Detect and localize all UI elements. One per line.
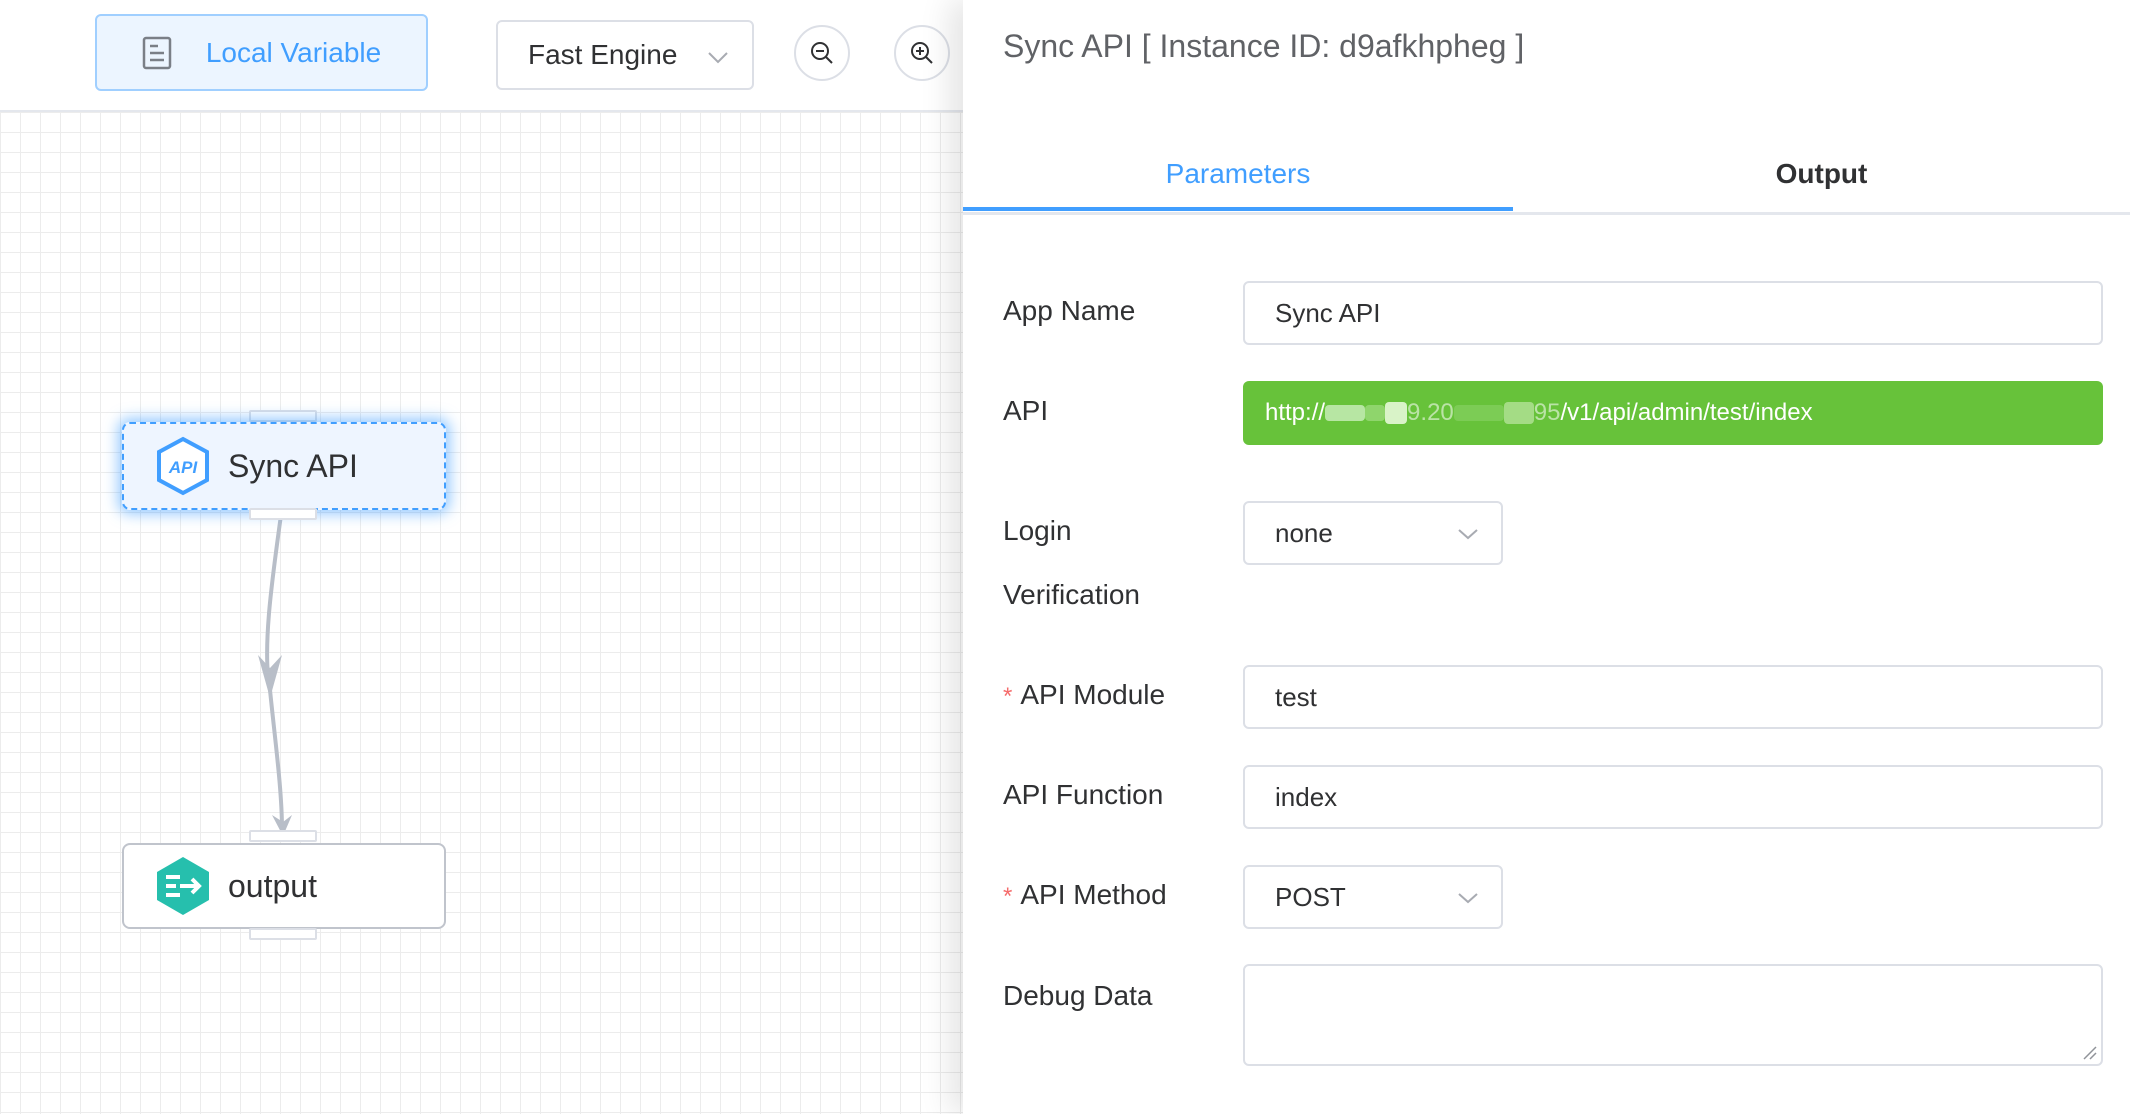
debug-data-label: Debug Data bbox=[1003, 980, 1153, 1011]
api-method-select[interactable]: POST bbox=[1243, 865, 1503, 929]
app-name-input[interactable]: Sync API bbox=[1243, 281, 2103, 345]
masked-region bbox=[1365, 405, 1386, 421]
workflow-canvas-area: API Sync API output Local Variable Fast … bbox=[0, 0, 963, 1114]
resize-handle-icon[interactable] bbox=[2081, 1044, 2097, 1060]
login-verification-select[interactable]: none bbox=[1243, 501, 1503, 565]
masked-region bbox=[1503, 402, 1534, 424]
app-name-value: Sync API bbox=[1275, 297, 1381, 328]
login-label-line2: Verification bbox=[1003, 579, 1140, 610]
engine-select[interactable]: Fast Engine bbox=[496, 20, 754, 90]
api-label: API bbox=[1003, 395, 1049, 426]
panel-title: Sync API [ Instance ID: d9afkhpheg ] bbox=[1003, 28, 1525, 64]
engine-select-value: Fast Engine bbox=[528, 39, 678, 70]
api-module-value: test bbox=[1275, 681, 1317, 712]
api-module-label: * API Module bbox=[1003, 671, 1165, 719]
panel-tabs: Parameters Output bbox=[963, 150, 2130, 215]
masked-region bbox=[1325, 405, 1366, 421]
node-label: output bbox=[228, 867, 317, 904]
local-variable-label: Local Variable bbox=[205, 36, 382, 68]
sync-api-node[interactable]: API Sync API bbox=[122, 422, 446, 510]
canvas-grid[interactable] bbox=[0, 112, 963, 1114]
canvas-toolbar: Local Variable Fast Engine bbox=[0, 0, 963, 112]
output-icon bbox=[157, 857, 209, 915]
api-url-suffix: /v1/api/admin/test/index bbox=[1560, 399, 1813, 426]
node-label: Sync API bbox=[228, 447, 358, 484]
api-module-label-text: API Module bbox=[1020, 679, 1166, 710]
required-asterisk: * bbox=[1003, 683, 1013, 710]
api-method-value: POST bbox=[1275, 881, 1346, 912]
node-input-port[interactable] bbox=[249, 830, 317, 842]
tab-output[interactable]: Output bbox=[1513, 150, 2130, 212]
local-variable-button[interactable]: Local Variable bbox=[95, 14, 428, 91]
login-verification-value: none bbox=[1275, 517, 1333, 548]
chevron-down-icon bbox=[1458, 893, 1478, 904]
login-label-line1: Login bbox=[1003, 515, 1072, 546]
api-method-label: * API Method bbox=[1003, 871, 1167, 919]
masked-region bbox=[1385, 402, 1408, 424]
api-method-label-text: API Method bbox=[1020, 879, 1167, 910]
chevron-down-icon bbox=[1458, 529, 1478, 540]
node-output-port[interactable] bbox=[249, 508, 317, 520]
zoom-in-button[interactable] bbox=[894, 25, 950, 81]
document-icon bbox=[142, 36, 172, 69]
api-url-input[interactable]: http:// 9.20 95 /v1/api/admin/test/index bbox=[1243, 381, 2103, 445]
svg-text:API: API bbox=[168, 458, 199, 477]
tab-parameters[interactable]: Parameters bbox=[963, 150, 1513, 212]
node-input-port[interactable] bbox=[249, 410, 317, 422]
properties-panel: Sync API [ Instance ID: d9afkhpheg ] Par… bbox=[963, 0, 2130, 1114]
masked-region bbox=[1453, 405, 1504, 421]
api-function-input[interactable]: index bbox=[1243, 765, 2103, 829]
api-url-masked-part: 9.20 bbox=[1407, 399, 1454, 426]
api-function-value: index bbox=[1275, 781, 1338, 812]
login-verification-label-line2: Verification bbox=[1003, 571, 1140, 619]
api-module-input[interactable]: test bbox=[1243, 665, 2103, 729]
zoom-out-icon bbox=[811, 42, 833, 64]
node-output-port[interactable] bbox=[249, 928, 317, 940]
debug-data-textarea[interactable] bbox=[1243, 964, 2103, 1066]
api-url-prefix: http:// bbox=[1265, 399, 1326, 426]
app-name-label: App Name bbox=[1003, 295, 1136, 326]
api-icon: API bbox=[157, 436, 209, 496]
active-tab-indicator bbox=[963, 207, 1513, 211]
required-asterisk: * bbox=[1003, 883, 1013, 910]
api-function-label: API Function bbox=[1003, 779, 1164, 810]
zoom-in-icon bbox=[911, 42, 933, 64]
output-node[interactable]: output bbox=[122, 843, 446, 929]
login-verification-label: Login bbox=[1003, 507, 1072, 555]
zoom-out-button[interactable] bbox=[794, 25, 850, 81]
api-url-masked-port: 95 bbox=[1533, 399, 1561, 426]
chevron-down-icon bbox=[708, 52, 728, 64]
